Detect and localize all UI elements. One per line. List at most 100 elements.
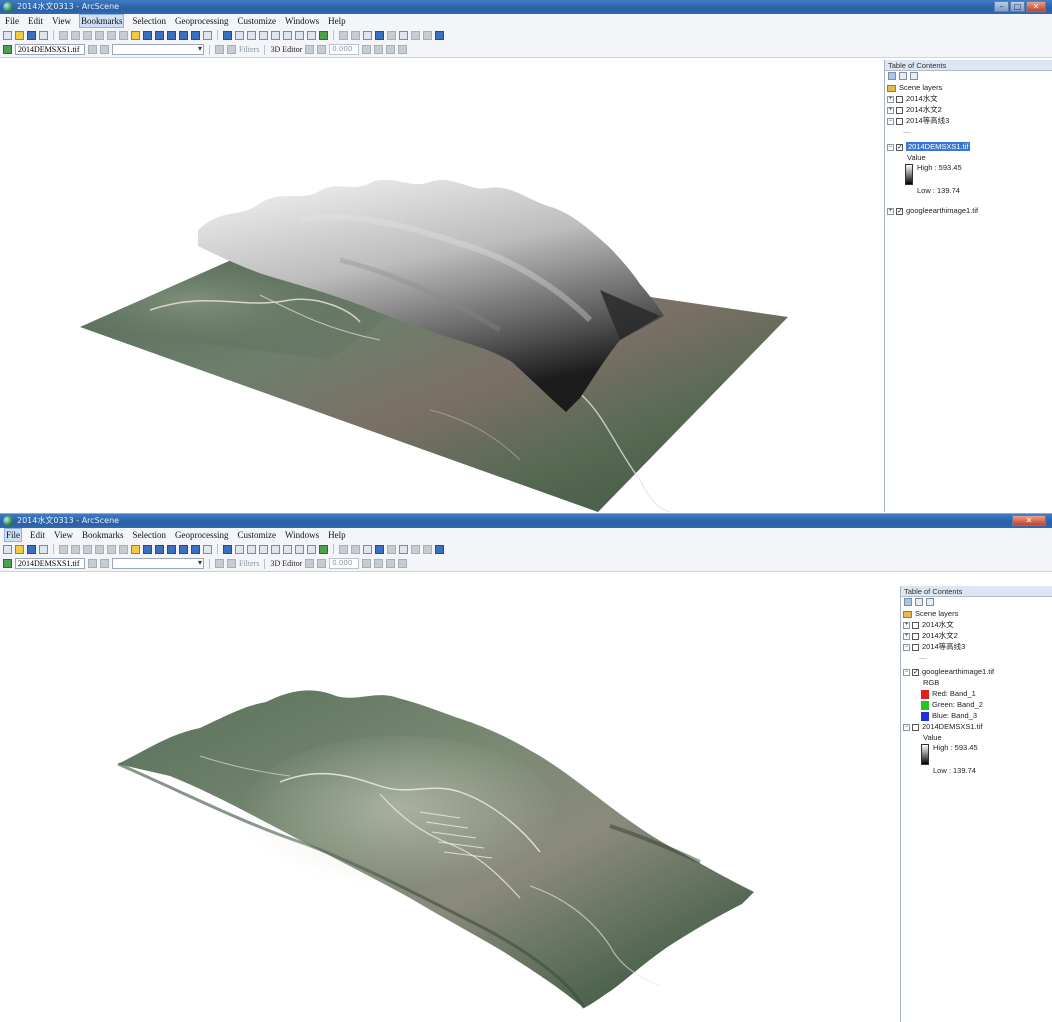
expand-icon[interactable]: + — [903, 632, 910, 640]
layer-checkbox[interactable] — [896, 106, 903, 114]
set-observer-icon[interactable] — [307, 30, 316, 40]
options-icon[interactable] — [926, 598, 934, 606]
3d-editor-dropdown[interactable]: 3D Editor — [270, 559, 302, 568]
add-data-icon[interactable] — [131, 30, 140, 40]
zoom-to-target-icon[interactable] — [295, 544, 304, 554]
list-by-source-icon[interactable] — [915, 598, 923, 606]
attributes-icon[interactable] — [398, 559, 408, 568]
close-button[interactable]: ✕ — [1026, 1, 1046, 12]
target-select[interactable] — [112, 44, 204, 55]
add-data-icon[interactable] — [131, 544, 140, 554]
z-value-input[interactable]: 0.000 — [329, 44, 360, 55]
fly-icon[interactable] — [235, 544, 244, 554]
layer-checkbox[interactable] — [896, 95, 903, 103]
python-icon[interactable] — [191, 30, 200, 40]
sketch-icon[interactable] — [317, 45, 327, 54]
collapse-icon[interactable]: − — [903, 723, 910, 731]
paste-icon[interactable] — [83, 544, 92, 554]
menu-view[interactable]: View — [53, 529, 74, 541]
menu-geoprocessing[interactable]: Geoprocessing — [174, 15, 230, 27]
new-document-icon[interactable] — [3, 544, 12, 554]
toc-layer-row-dem[interactable]: − 2014DEMSXS1.tif — [901, 721, 1052, 732]
menu-edit[interactable]: Edit — [27, 15, 44, 27]
profile-graph-icon[interactable] — [227, 559, 236, 568]
navigate-icon[interactable] — [223, 30, 232, 40]
edit-tool-icon[interactable] — [305, 45, 315, 54]
layer-checkbox[interactable] — [912, 667, 919, 678]
full-extent-icon[interactable] — [283, 544, 292, 554]
attributes-icon[interactable] — [398, 45, 408, 54]
toc-layer-row[interactable]: +2014水文2 — [901, 630, 1052, 641]
modelbuilder-icon[interactable] — [203, 30, 212, 40]
save-icon[interactable] — [27, 544, 36, 554]
menu-bookmarks[interactable]: Bookmarks — [78, 14, 125, 28]
options-icon[interactable] — [910, 72, 918, 80]
toc-icon[interactable] — [143, 544, 152, 554]
menu-bookmarks[interactable]: Bookmarks — [81, 529, 125, 541]
contour-icon[interactable] — [88, 45, 97, 54]
z-value-input[interactable]: 0.000 — [329, 558, 360, 569]
maximize-button[interactable]: □ — [1010, 1, 1025, 12]
arctoolbox-icon[interactable] — [179, 544, 188, 554]
menu-edit[interactable]: Edit — [29, 529, 46, 541]
collapse-icon[interactable]: − — [903, 643, 910, 651]
undo-icon[interactable] — [107, 544, 116, 554]
menu-selection[interactable]: Selection — [131, 529, 167, 541]
widen-fov-icon[interactable] — [351, 30, 360, 40]
cut-icon[interactable] — [59, 544, 68, 554]
toc-layer-row[interactable]: +2014水文 — [885, 93, 1052, 104]
scene-viewer[interactable] — [0, 60, 884, 512]
filters-dropdown[interactable]: Filters — [239, 559, 259, 568]
layer-checkbox[interactable] — [912, 621, 919, 629]
steepest-path-icon[interactable] — [100, 45, 109, 54]
toc-root[interactable]: Scene layers — [885, 82, 1052, 93]
zoom-in-icon[interactable] — [247, 30, 256, 40]
navigate-icon[interactable] — [223, 544, 232, 554]
copy-icon[interactable] — [71, 544, 80, 554]
sketch-icon[interactable] — [317, 559, 327, 568]
print-icon[interactable] — [39, 544, 48, 554]
toc-layer-row[interactable]: +2014水文2 — [885, 104, 1052, 115]
expand-icon[interactable]: + — [887, 95, 894, 103]
collapse-icon[interactable]: − — [887, 117, 894, 125]
search-window-icon[interactable] — [167, 544, 176, 554]
set-observer-icon[interactable] — [307, 544, 316, 554]
layer-checkbox[interactable] — [896, 142, 903, 153]
animation-icon[interactable] — [411, 544, 420, 554]
narrow-fov-icon[interactable] — [339, 30, 348, 40]
arctoolbox-icon[interactable] — [179, 30, 188, 40]
menu-view[interactable]: View — [51, 15, 72, 27]
measure-icon[interactable] — [387, 30, 396, 40]
menu-geoprocessing[interactable]: Geoprocessing — [174, 529, 230, 541]
list-by-drawing-order-icon[interactable] — [904, 598, 912, 606]
toc-layer-row-dem[interactable]: − 2014DEMSXS1.tif — [885, 141, 1052, 153]
close-button[interactable]: ✕ — [1012, 515, 1046, 526]
move-icon[interactable] — [362, 45, 372, 54]
fly-icon[interactable] — [235, 30, 244, 40]
toc-layer-row[interactable]: − 2014等高线3 — [901, 641, 1052, 652]
title-bar[interactable]: 2014水文0313 - ArcScene ✕ — [0, 514, 1052, 528]
layer-checkbox[interactable] — [912, 632, 919, 640]
3d-editor-dropdown[interactable]: 3D Editor — [270, 45, 302, 54]
title-bar[interactable]: 2014水文0313 - ArcScene – □ ✕ — [0, 0, 1052, 14]
redo-icon[interactable] — [119, 544, 128, 554]
collapse-icon[interactable]: − — [887, 143, 894, 151]
capture-icon[interactable] — [423, 30, 432, 40]
capture-icon[interactable] — [423, 544, 432, 554]
menu-help[interactable]: Help — [327, 529, 347, 541]
minimize-button[interactable]: – — [994, 1, 1009, 12]
toc-root[interactable]: Scene layers — [901, 608, 1052, 619]
filters-dropdown[interactable]: Filters — [239, 45, 259, 54]
selected-layer-name[interactable]: 2014DEMSXS1.tif — [906, 142, 971, 151]
pan-icon[interactable] — [271, 544, 280, 554]
profile-graph-icon[interactable] — [227, 45, 236, 54]
layer-checkbox[interactable] — [896, 117, 903, 125]
list-by-source-icon[interactable] — [899, 72, 907, 80]
toc-icon[interactable] — [143, 30, 152, 40]
measure-icon[interactable] — [387, 544, 396, 554]
cut-icon[interactable] — [59, 30, 68, 40]
menu-windows[interactable]: Windows — [284, 15, 320, 27]
modelbuilder-icon[interactable] — [203, 544, 212, 554]
full-extent-icon[interactable] — [283, 30, 292, 40]
menu-file[interactable]: File — [4, 528, 23, 542]
